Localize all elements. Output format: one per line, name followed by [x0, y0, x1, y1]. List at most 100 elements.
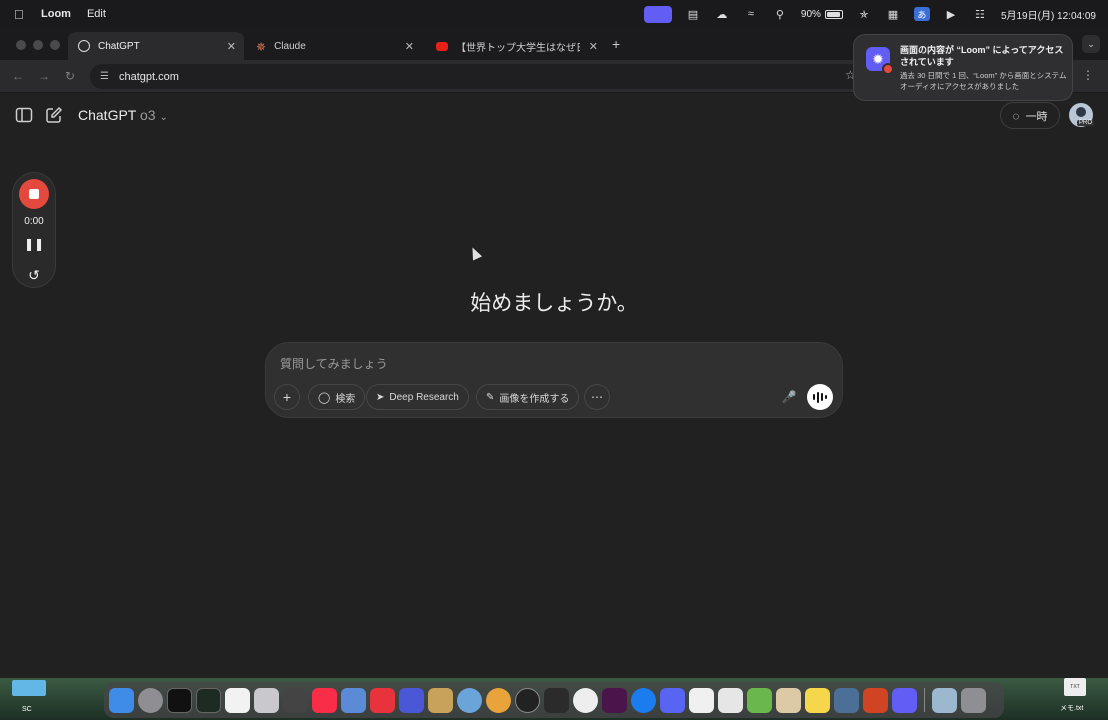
more-tools-button[interactable]: ⋯: [584, 384, 610, 410]
trash-icon[interactable]: [961, 687, 986, 713]
loom-dock-icon[interactable]: [892, 687, 917, 713]
dinosaur-icon[interactable]: ✯: [856, 7, 872, 21]
slack-icon[interactable]: [602, 687, 627, 713]
input-method-icon[interactable]: あ: [913, 7, 930, 21]
add-attachment-button[interactable]: +: [274, 384, 300, 410]
freeform-icon[interactable]: [225, 687, 250, 713]
dashed-circle-icon: ◌: [1012, 108, 1020, 123]
menu-datetime[interactable]: 5月19日(月) 12:04:09: [1001, 7, 1096, 22]
window-controls: [16, 40, 60, 50]
tab-chatgpt[interactable]: ChatGPT ✕: [68, 32, 244, 60]
browser-menu-icon[interactable]: ⋮: [1082, 68, 1094, 82]
stop-recording-button[interactable]: [19, 179, 49, 209]
preview-icon[interactable]: [457, 687, 482, 713]
cloud-icon[interactable]: ☁: [714, 7, 730, 21]
dock: [104, 682, 1004, 718]
play-circle-icon[interactable]: ▶: [943, 7, 959, 21]
dock-separator: [924, 688, 925, 712]
notes-icon[interactable]: [805, 687, 830, 713]
clipboard-icon[interactable]: ▤: [685, 7, 701, 21]
control-center-icon[interactable]: ☷: [972, 7, 988, 21]
voice-waveform-icon: [813, 394, 815, 400]
loom-status-icon[interactable]: [643, 5, 672, 23]
tab-claude[interactable]: ✵ Claude ✕: [246, 32, 422, 60]
model-selector[interactable]: ChatGPT o3 ⌄: [78, 107, 168, 123]
script-editor-icon[interactable]: [254, 687, 279, 713]
powerpoint-icon[interactable]: [863, 687, 888, 713]
deep-research-button[interactable]: ➤ Deep Research: [366, 384, 469, 410]
chatgpt-app-icon[interactable]: [515, 687, 540, 713]
back-arrow-icon[interactable]: ←: [12, 69, 24, 83]
telescope-icon: ➤: [376, 391, 385, 403]
asana-icon[interactable]: [573, 687, 598, 713]
battery-status[interactable]: 90%: [801, 9, 843, 20]
downloads-stack-icon[interactable]: [932, 687, 957, 713]
close-tab-icon[interactable]: ✕: [405, 40, 414, 53]
textedit-icon[interactable]: [689, 687, 714, 713]
temporary-chat-button[interactable]: ◌ 一時: [1000, 102, 1060, 129]
text-file-icon[interactable]: TXT: [1064, 678, 1086, 696]
wifi-icon[interactable]: ≈: [743, 7, 759, 21]
audio-app-icon[interactable]: [544, 687, 569, 713]
youtube-logo-icon: [436, 41, 448, 51]
sidebar-toggle-icon[interactable]: [14, 105, 34, 125]
plus-icon: +: [282, 389, 292, 405]
xcode-icon[interactable]: [341, 687, 366, 713]
screen-access-notification[interactable]: ✹ 画面の内容が “Loom” によってアクセスされています 過去 30 日間で…: [853, 34, 1073, 101]
tab-label: 【世界トップ大学生はなぜ日本が: [456, 42, 580, 54]
minimize-window-button[interactable]: [33, 40, 43, 50]
model-variant: o3: [140, 107, 156, 123]
close-tab-icon[interactable]: ✕: [227, 40, 236, 53]
script-icon[interactable]: [776, 687, 801, 713]
terminal-icon[interactable]: [167, 687, 192, 713]
reload-icon[interactable]: ↻: [65, 69, 75, 83]
mouse-cursor-icon: [467, 245, 483, 261]
restart-icon[interactable]: ↺: [13, 267, 55, 284]
battery-icon: [824, 9, 843, 19]
prompt-input[interactable]: 質問してみましょう: [280, 355, 388, 372]
pages-icon[interactable]: [718, 687, 743, 713]
close-window-button[interactable]: [16, 40, 26, 50]
menu-edit[interactable]: Edit: [87, 8, 106, 20]
ellipsis-icon: ⋯: [591, 390, 603, 404]
xmind-icon[interactable]: [370, 687, 395, 713]
chrome-icon[interactable]: [486, 687, 511, 713]
recording-badge-icon: [882, 63, 894, 75]
menu-app-name[interactable]: Loom: [41, 8, 71, 20]
discord-icon[interactable]: [660, 687, 685, 713]
miro-icon[interactable]: [399, 687, 424, 713]
maximize-window-button[interactable]: [50, 40, 60, 50]
calendar-grid-icon[interactable]: ▦: [885, 7, 901, 21]
messenger-icon[interactable]: [631, 687, 656, 713]
spotlight-search-icon[interactable]: ⚲: [772, 7, 788, 21]
voice-mode-button[interactable]: [807, 384, 833, 410]
activity-monitor-icon[interactable]: [196, 687, 221, 713]
search-button[interactable]: ◯ 検索: [308, 384, 366, 410]
tab-youtube[interactable]: 【世界トップ大学生はなぜ日本が ✕: [426, 32, 606, 60]
tab-search-dropdown[interactable]: ⌄: [1082, 35, 1100, 53]
finder-icon[interactable]: [109, 687, 134, 713]
chevron-down-icon: ⌄: [159, 112, 168, 123]
create-image-button[interactable]: ✎ 画像を作成する: [476, 384, 580, 410]
archive-icon[interactable]: [428, 687, 453, 713]
music-icon[interactable]: [312, 687, 337, 713]
close-tab-icon[interactable]: ✕: [589, 40, 598, 53]
notification-title: 画面の内容が “Loom” によってアクセスされています: [900, 45, 1064, 67]
recording-timer: 0:00: [24, 216, 44, 227]
numbers-icon[interactable]: [747, 687, 772, 713]
address-bar[interactable]: ☰ chatgpt.com: [90, 64, 870, 89]
new-tab-button[interactable]: +: [612, 36, 620, 52]
system-settings-icon[interactable]: [138, 687, 163, 713]
tab-label: ChatGPT: [98, 40, 140, 52]
screen-sharing-icon[interactable]: [834, 687, 859, 713]
apple-menu-icon[interactable]: : [14, 7, 28, 22]
menu-bar:  Loom Edit ▤ ☁ ≈ ⚲ 90% ✯ ▦ あ ▶ ☷ 5月19日(…: [0, 0, 1108, 28]
dictate-button[interactable]: 🎤: [776, 384, 802, 410]
forward-arrow-icon[interactable]: →: [38, 69, 50, 83]
site-settings-icon[interactable]: ☰: [100, 71, 109, 82]
desktop-folder-icon[interactable]: [12, 680, 46, 696]
new-chat-icon[interactable]: [44, 105, 64, 125]
pause-icon[interactable]: ❚❚: [13, 237, 55, 251]
calculator-icon[interactable]: [283, 687, 308, 713]
temporary-chat-label: 一時: [1025, 110, 1048, 123]
